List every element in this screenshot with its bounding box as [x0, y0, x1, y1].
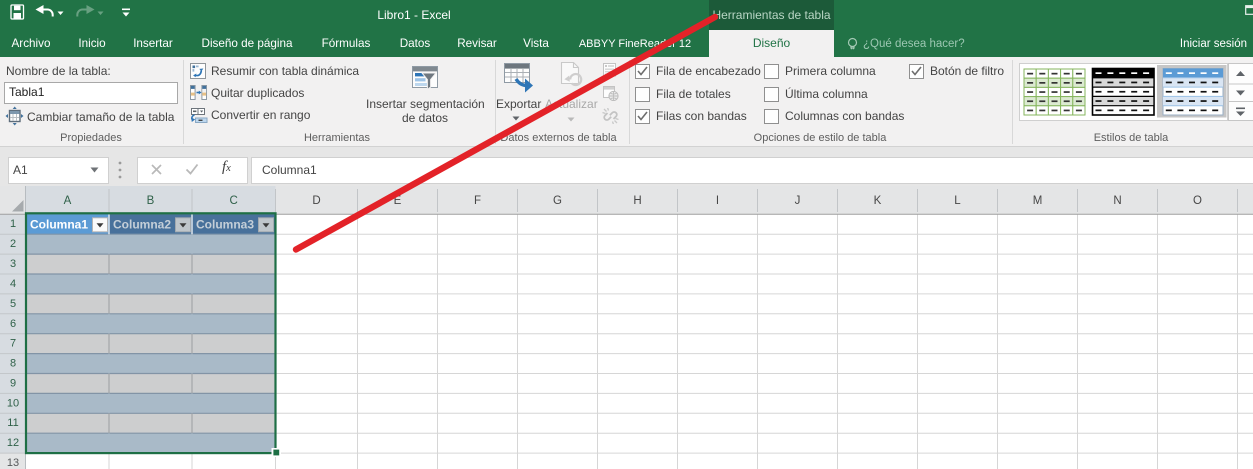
svg-text:M: M [1033, 195, 1043, 207]
svg-text:7: 7 [10, 338, 16, 350]
svg-text:9: 9 [10, 377, 16, 389]
svg-text:D: D [312, 195, 320, 207]
svg-text:E: E [394, 195, 402, 207]
svg-text:1: 1 [10, 218, 16, 230]
svg-text:F: F [474, 195, 481, 207]
svg-text:L: L [954, 195, 961, 207]
svg-text:I: I [716, 195, 719, 207]
svg-text:2: 2 [10, 238, 16, 250]
svg-text:5: 5 [10, 298, 16, 310]
svg-text:N: N [1113, 195, 1121, 207]
svg-text:Columna3: Columna3 [196, 218, 254, 232]
svg-text:6: 6 [10, 318, 16, 330]
svg-text:A: A [64, 195, 72, 207]
svg-text:C: C [230, 195, 238, 207]
svg-text:O: O [1193, 195, 1202, 207]
svg-text:8: 8 [10, 358, 16, 370]
svg-text:11: 11 [7, 417, 18, 429]
svg-text:K: K [874, 195, 882, 207]
svg-text:10: 10 [7, 397, 19, 409]
svg-text:13: 13 [7, 457, 19, 469]
svg-text:H: H [633, 195, 641, 207]
svg-text:4: 4 [10, 278, 16, 290]
svg-text:J: J [795, 195, 801, 207]
svg-text:Columna1: Columna1 [30, 218, 88, 232]
svg-text:Columna2: Columna2 [113, 218, 171, 232]
svg-text:12: 12 [7, 437, 19, 449]
svg-text:G: G [553, 195, 562, 207]
svg-text:B: B [147, 195, 155, 207]
svg-text:3: 3 [10, 258, 16, 270]
